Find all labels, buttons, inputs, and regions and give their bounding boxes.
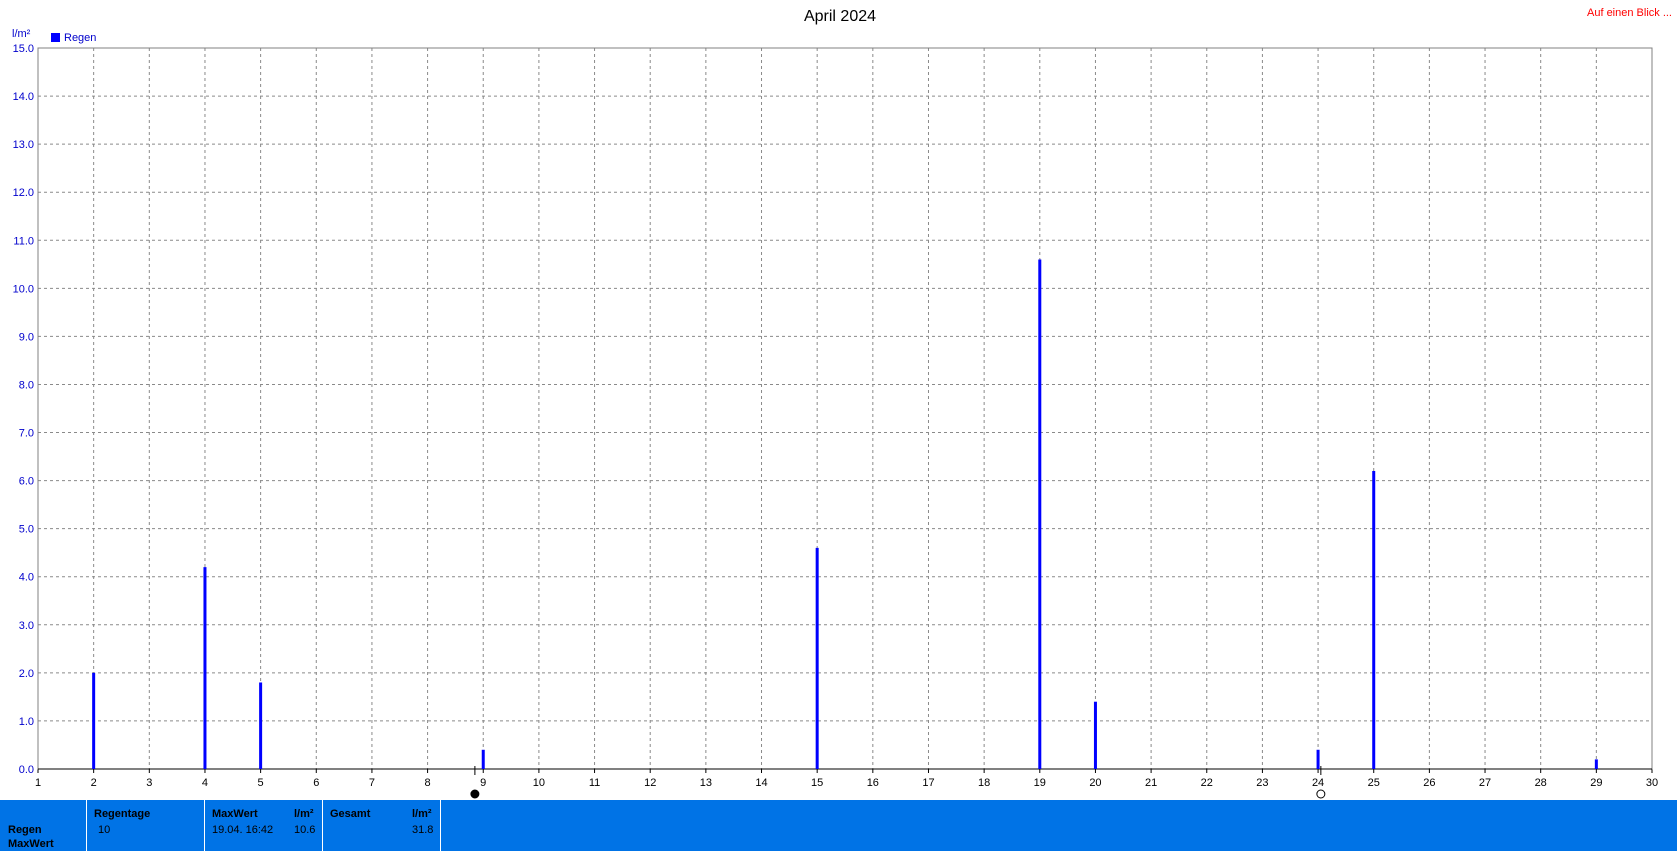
x-tick-label: 9 xyxy=(480,777,486,789)
stats-divider xyxy=(204,800,205,851)
y-tick-label: 9.0 xyxy=(19,331,34,343)
x-tick-label: 13 xyxy=(700,777,712,789)
y-tick-label: 7.0 xyxy=(19,428,34,440)
x-tick-label: 30 xyxy=(1646,777,1658,789)
x-tick-label: 20 xyxy=(1089,777,1101,789)
y-tick-label: 14.0 xyxy=(13,91,34,103)
y-tick-label: 4.0 xyxy=(19,572,34,584)
chart-title: April 2024 xyxy=(804,8,876,25)
x-tick-label: 12 xyxy=(644,777,656,789)
row-label-regen: Regen xyxy=(8,824,42,836)
rain-chart: April 2024 Auf einen Blick ... l/m² Rege… xyxy=(12,7,1672,799)
x-tick-label: 16 xyxy=(867,777,879,789)
x-tick-label: 5 xyxy=(258,777,264,789)
y-tick-label: 0.0 xyxy=(19,764,34,776)
y-axis-ticks: 0.0 1.0 2.0 3.0 4.0 5.0 6.0 7.0 8.0 9.0 10.0 11.0 12… xyxy=(13,43,34,776)
x-tick-label: 15 xyxy=(811,777,823,789)
y-tick-label: 1.0 xyxy=(19,716,34,728)
maxwert-header: MaxWert xyxy=(212,808,258,820)
stats-divider xyxy=(440,800,441,851)
stats-panel: Regen MaxWert Regentage 10 MaxWert l/m² … xyxy=(0,800,1677,851)
x-tick-label: 18 xyxy=(978,777,990,789)
x-tick-label: 7 xyxy=(369,777,375,789)
x-tick-label: 1 xyxy=(35,777,41,789)
x-tick-label: 14 xyxy=(755,777,767,789)
bar-regen xyxy=(1093,701,1097,769)
x-tick-label: 24 xyxy=(1312,777,1324,789)
stats-divider xyxy=(86,800,87,851)
y-tick-label: 3.0 xyxy=(19,620,34,632)
regentage-header: Regentage xyxy=(94,808,151,820)
bar-regen xyxy=(259,682,263,769)
plot-frame xyxy=(37,47,1653,770)
x-tick-label: 3 xyxy=(146,777,152,789)
bar-regen xyxy=(92,672,96,769)
x-tick-label: 28 xyxy=(1535,777,1547,789)
x-tick-label: 25 xyxy=(1368,777,1380,789)
bar-regen xyxy=(203,567,207,769)
gesamt-header: Gesamt xyxy=(330,808,371,820)
x-tick-label: 6 xyxy=(313,777,319,789)
x-tick-label: 10 xyxy=(533,777,545,789)
x-tick-label: 27 xyxy=(1479,777,1491,789)
legend-label-regen: Regen xyxy=(64,32,96,44)
regentage-value: 10 xyxy=(98,824,111,836)
x-tick-label: 21 xyxy=(1145,777,1157,789)
gesamt-unit: l/m² xyxy=(412,808,432,820)
x-tick-label: 29 xyxy=(1590,777,1602,789)
maxwert-value: 10.6 xyxy=(294,824,316,836)
maxwert-unit: l/m² xyxy=(294,808,314,820)
y-tick-label: 2.0 xyxy=(19,668,34,680)
y-tick-label: 8.0 xyxy=(19,379,34,391)
legend-swatch-regen xyxy=(51,33,60,42)
legend: Regen xyxy=(51,32,96,44)
x-tick-label: 4 xyxy=(202,777,208,789)
row-label-maxwert: MaxWert xyxy=(8,838,54,850)
x-axis-ticks: 1 2 3 4 5 6 7 8 9 10 11 12 13 14 15 16 17 18 19 20 21 22 23 24 2… xyxy=(35,769,1658,789)
full-moon-icon xyxy=(1316,789,1326,799)
bar-regen xyxy=(1316,749,1320,769)
y-tick-label: 5.0 xyxy=(19,524,34,536)
bar-regen xyxy=(481,749,485,769)
bar-regen xyxy=(815,547,819,769)
bar-regen xyxy=(1372,470,1376,769)
y-tick-label: 11.0 xyxy=(13,235,34,247)
gesamt-value: 31.8 xyxy=(412,824,434,836)
x-tick-label: 26 xyxy=(1423,777,1435,789)
grid xyxy=(38,48,1652,769)
x-tick-label: 11 xyxy=(589,777,600,789)
x-tick-label: 2 xyxy=(91,777,97,789)
bar-regen xyxy=(1038,259,1042,769)
maxwert-date: 19.04. 16:42 xyxy=(212,824,274,836)
y-tick-label: 10.0 xyxy=(13,283,34,295)
bar-regen xyxy=(1594,759,1598,769)
y-tick-label: 12.0 xyxy=(13,187,34,199)
new-moon-icon xyxy=(470,789,480,799)
stats-divider xyxy=(322,800,323,851)
x-tick-label: 8 xyxy=(425,777,431,789)
y-tick-label: 13.0 xyxy=(13,139,34,151)
y-axis-unit: l/m² xyxy=(12,28,31,40)
y-tick-label: 15.0 xyxy=(13,43,34,55)
x-tick-label: 19 xyxy=(1034,777,1046,789)
x-tick-label: 17 xyxy=(922,777,934,789)
overview-link[interactable]: Auf einen Blick ... xyxy=(1587,7,1672,19)
x-tick-label: 23 xyxy=(1256,777,1268,789)
x-tick-label: 22 xyxy=(1201,777,1213,789)
y-tick-label: 6.0 xyxy=(19,476,34,488)
